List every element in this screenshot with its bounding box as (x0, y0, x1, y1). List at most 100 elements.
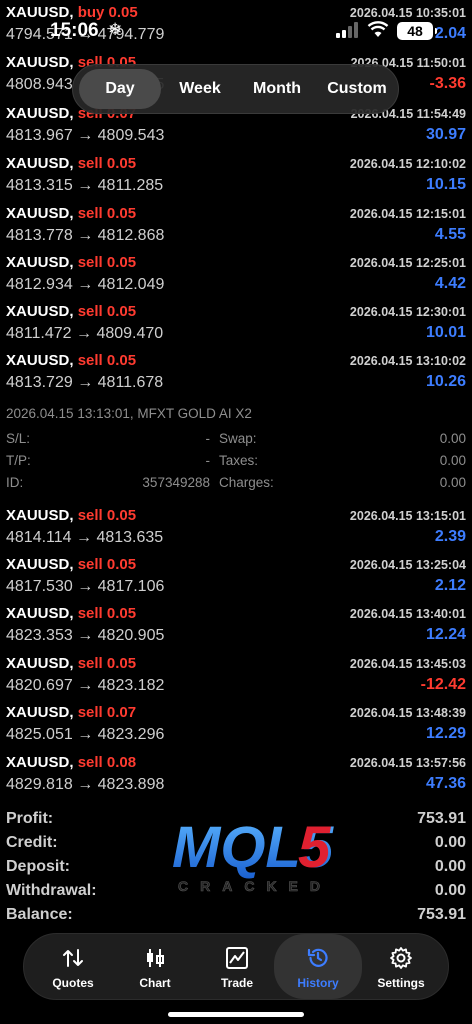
summary-value: 0.00 (434, 858, 466, 875)
summary-row: Deposit: 0.00 (0, 858, 472, 882)
tp-value: - (205, 453, 211, 468)
tab-history[interactable]: History (274, 934, 362, 999)
summary-row: Withdrawal: 0.00 (0, 882, 472, 906)
summary-label: Balance: (6, 906, 73, 923)
trade-symbol: XAUUSD, sell 0.05 (6, 254, 137, 271)
trade-close-price: 4823.898 (97, 776, 165, 793)
trade-time: 2026.04.15 13:48:39 (349, 706, 466, 720)
arrow-right-icon: → (77, 578, 94, 595)
chart-icon (147, 949, 164, 967)
trade-row[interactable]: XAUUSD, sell 0.05 4814.114 → 4813.635 2026… (0, 503, 472, 552)
trade-row[interactable]: XAUUSD, sell 0.05 4813.778 → 4812.868 2026… (0, 201, 472, 250)
period-week-button[interactable]: Week (165, 65, 235, 113)
quotes-icon (63, 949, 83, 967)
trade-side: sell 0.05 (77, 205, 137, 222)
trade-prices: 4811.472 → 4809.470 (6, 325, 163, 343)
trade-row[interactable]: XAUUSD, sell 0.07 4825.051 → 4823.296 2026… (0, 700, 472, 749)
trade-open-price: 4811.472 (6, 325, 72, 342)
tp-label: T/P: (6, 453, 31, 468)
trade-side: sell 0.05 (77, 556, 137, 573)
trade-row[interactable]: XAUUSD, sell 0.05 4811.472 → 4809.470 2026… (0, 299, 472, 348)
tab-history-label: History (297, 976, 339, 990)
trade-close-price: 4823.182 (97, 677, 165, 694)
period-day-button[interactable]: Day (79, 69, 161, 109)
summary-label: Withdrawal: (6, 882, 97, 899)
trade-symbol: XAUUSD, sell 0.07 (6, 704, 137, 721)
trade-close-price: 4817.106 (97, 578, 165, 595)
swap-value: 0.00 (439, 431, 466, 446)
trade-prices: 4817.530 → 4817.106 (6, 578, 164, 596)
trade-time: 2026.04.15 13:25:04 (349, 558, 466, 572)
tab-settings[interactable]: Settings (360, 934, 442, 999)
trade-icon (226, 947, 248, 969)
trade-row[interactable]: XAUUSD, sell 0.05 4820.697 → 4823.182 2026… (0, 651, 472, 700)
arrow-right-icon: → (77, 127, 94, 144)
tab-chart-label: Chart (139, 976, 171, 990)
tab-chart[interactable]: Chart (114, 934, 196, 999)
trade-profit: 12.29 (425, 725, 466, 742)
summary-value: 753.91 (417, 810, 466, 827)
wifi-icon (367, 21, 389, 37)
trade-open-price: 4813.315 (6, 177, 73, 194)
trade-close-price: 4809.470 (96, 325, 164, 342)
trade-profit: 2.39 (434, 528, 466, 545)
swap-label: Swap: (219, 431, 257, 446)
trade-prices: 4820.697 → 4823.182 (6, 677, 164, 695)
trade-symbol: XAUUSD, sell 0.05 (6, 507, 137, 524)
tab-trade[interactable]: Trade (196, 934, 278, 999)
trade-time: 2026.04.15 13:10:02 (349, 354, 466, 368)
home-indicator (168, 1012, 304, 1017)
trade-close-price: 4823.296 (97, 726, 165, 743)
period-custom-button[interactable]: Custom (317, 65, 397, 113)
trade-open-price: 4808.943 (6, 76, 73, 93)
trade-row[interactable]: XAUUSD, sell 0.05 4817.530 → 4817.106 2026… (0, 552, 472, 601)
arrow-right-icon: → (77, 726, 94, 743)
trade-time: 2026.04.15 13:45:03 (349, 657, 466, 671)
history-icon (307, 948, 328, 967)
trade-close-price: 4809.543 (97, 127, 165, 144)
trade-prices: 4812.934 → 4812.049 (6, 276, 164, 294)
period-month-button[interactable]: Month (239, 65, 315, 113)
trade-profit: 12.24 (425, 626, 466, 643)
summary-label: Deposit: (6, 858, 70, 875)
id-value: 357349288 (142, 475, 210, 490)
trade-time: 2026.04.15 12:25:01 (349, 256, 466, 270)
deal-details-panel: 2026.04.15 13:13:01, MFXT GOLD AI X2 S/L… (0, 401, 472, 496)
trade-symbol: XAUUSD, sell 0.05 (6, 605, 137, 622)
trade-row[interactable]: XAUUSD, sell 0.05 4823.353 → 4820.905 2026… (0, 601, 472, 650)
trade-open-price: 4829.818 (6, 776, 73, 793)
trade-profit: 2.12 (434, 577, 466, 594)
trade-side: sell 0.05 (77, 254, 137, 271)
trade-time: 2026.04.15 13:57:56 (349, 756, 466, 770)
trade-time: 2026.04.15 12:30:01 (349, 305, 466, 319)
trade-row[interactable]: XAUUSD, sell 0.08 4829.818 → 4823.898 2026… (0, 750, 472, 799)
trade-open-price: 4823.353 (6, 627, 73, 644)
trade-symbol: XAUUSD, sell 0.05 (6, 352, 137, 369)
trade-side: sell 0.05 (77, 507, 137, 524)
trade-open-price: 4813.729 (6, 374, 73, 391)
sl-label: S/L: (6, 431, 31, 446)
trade-symbol: XAUUSD, sell 0.05 (6, 556, 137, 573)
trade-row[interactable]: XAUUSD, sell 0.05 4813.315 → 4811.285 2026… (0, 151, 472, 200)
trade-time: 2026.04.15 13:15:01 (349, 509, 466, 523)
trade-profit: 10.15 (425, 176, 466, 193)
trade-close-price: 4813.635 (96, 529, 164, 546)
trade-time: 2026.04.15 12:15:01 (349, 207, 466, 221)
trade-time: 2026.04.15 13:40:01 (349, 607, 466, 621)
trade-side: sell 0.05 (77, 303, 137, 320)
trade-profit: -12.42 (420, 676, 466, 693)
battery-icon: 48 (397, 22, 437, 40)
trade-row[interactable]: XAUUSD, sell 0.05 4813.729 → 4811.678 2026… (0, 348, 472, 397)
arrow-right-icon: → (76, 325, 92, 342)
trade-time: 2026.04.15 12:10:02 (349, 157, 466, 171)
trade-row[interactable]: XAUUSD, sell 0.05 4812.934 → 4812.049 2026… (0, 250, 472, 299)
trade-prices: 4813.967 → 4809.543 (6, 127, 164, 145)
trade-close-price: 4812.868 (97, 227, 165, 244)
trade-close-price: 4811.678 (97, 374, 164, 391)
trade-symbol: XAUUSD, sell 0.05 (6, 205, 137, 222)
charges-value: 0.00 (439, 475, 466, 490)
summary-row: Profit: 753.91 (0, 810, 472, 834)
trade-profit: 4.55 (434, 226, 466, 243)
trade-prices: 4829.818 → 4823.898 (6, 776, 164, 794)
tab-quotes[interactable]: Quotes (32, 934, 114, 999)
